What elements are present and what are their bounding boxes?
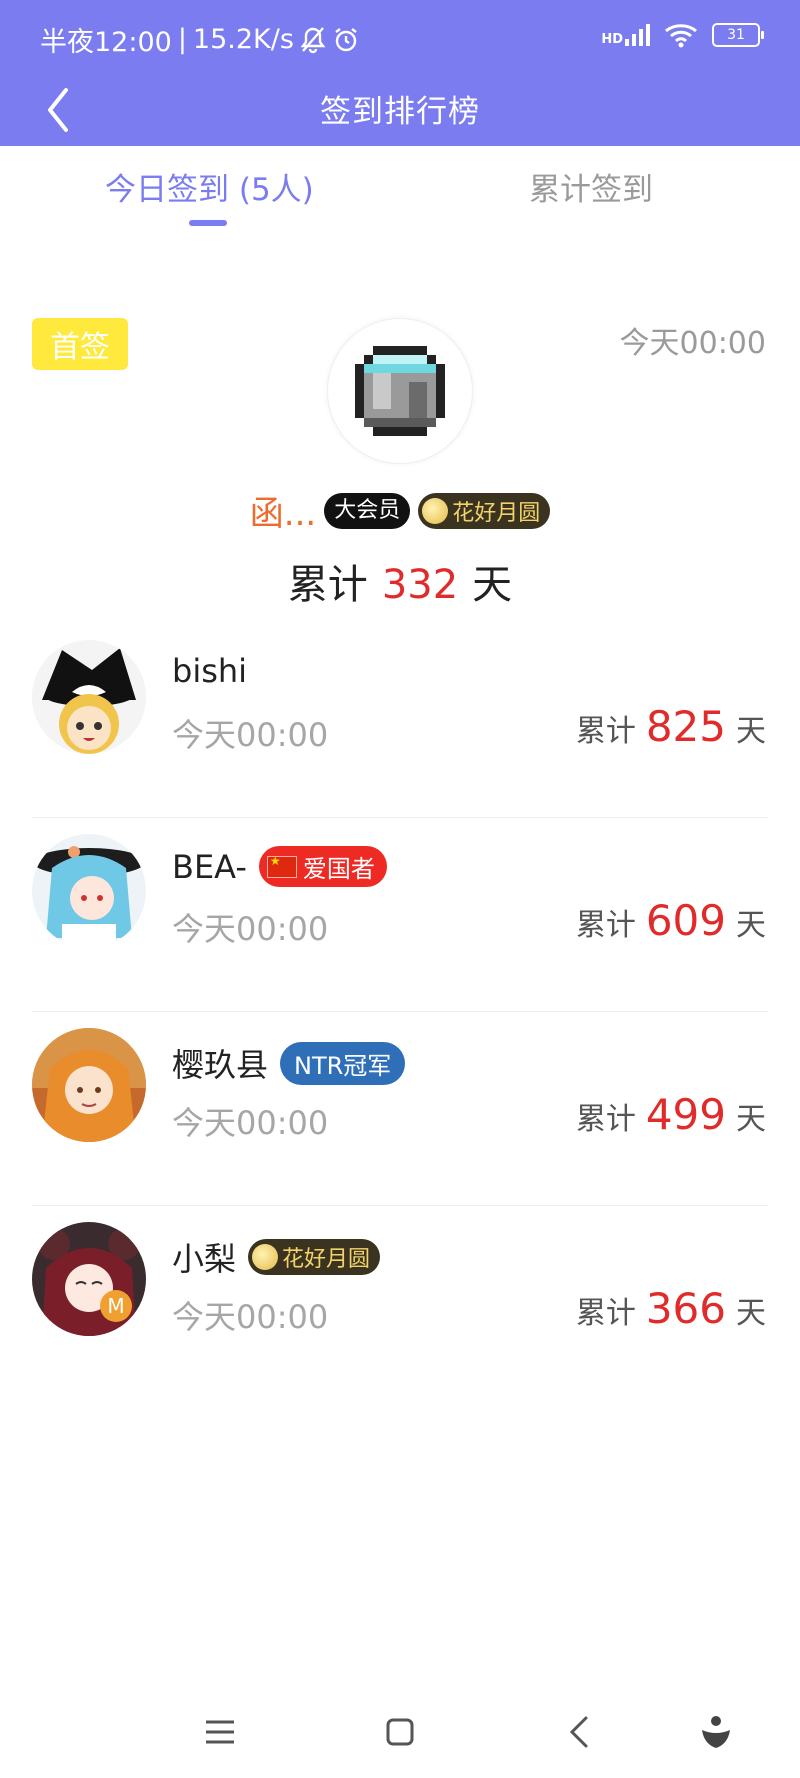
bucket-icon <box>355 346 445 436</box>
avatar-yukkuri-icon <box>32 640 146 754</box>
network-speed: 15.2K/s <box>192 24 294 55</box>
checkin-list: bishi 今天00:00 累计 825 天 BEA- 爱国者 <box>0 624 800 1400</box>
tab-bar: 今日签到 (5人) 累计签到 <box>0 146 800 230</box>
list-item[interactable]: M 小梨 花好月圆 今天00:00 累计 366 天 <box>0 1206 800 1400</box>
list-item[interactable]: bishi 今天00:00 累计 825 天 <box>0 624 800 818</box>
signal-bar <box>632 34 636 46</box>
total-days-line: 累计 499 天 <box>576 1090 766 1139</box>
assistant-button[interactable] <box>694 1710 738 1754</box>
battery-icon: 31 <box>712 23 764 47</box>
medal-badge: 花好月圆 <box>248 1239 381 1275</box>
china-flag-icon <box>266 854 297 878</box>
first-user-line: 函... 大会员 花好月圆 <box>0 486 800 535</box>
medal-badge: 花好月圆 <box>418 492 551 529</box>
total-prefix: 累计 <box>575 908 636 943</box>
signal-hd-label: HD <box>601 32 623 47</box>
user-name[interactable]: 小梨 <box>172 1234 236 1280</box>
assistant-icon <box>702 1716 730 1748</box>
tab-today[interactable]: 今日签到 (5人) <box>105 164 314 209</box>
total-days: 366 <box>645 1284 726 1333</box>
battery-level: 31 <box>727 27 745 43</box>
total-days: 825 <box>645 702 726 751</box>
checkin-time: 今天00:00 <box>172 910 329 948</box>
total-days: 332 <box>381 562 459 608</box>
medal-badge: 爱国者 <box>258 846 387 887</box>
avatar-orangehair-icon <box>32 1028 146 1142</box>
total-suffix: 天 <box>736 1102 766 1137</box>
vip-badge: 大会员 <box>324 492 411 529</box>
user-name-line: 小梨 花好月圆 <box>172 1234 381 1280</box>
total-suffix: 天 <box>736 714 766 749</box>
total-days-line: 累计 366 天 <box>576 1284 766 1333</box>
total-suffix: 天 <box>736 908 766 943</box>
list-item[interactable]: 樱玖县 NTR冠军 今天00:00 累计 499 天 <box>0 1012 800 1206</box>
user-name[interactable]: BEA- <box>172 848 247 886</box>
avatar[interactable]: M <box>32 1222 146 1336</box>
user-name-line: bishi <box>172 652 247 690</box>
home-square-icon <box>386 1718 414 1746</box>
signal-bar <box>625 39 629 46</box>
status-left: 半夜12:00 | 15.2K/s <box>40 20 360 59</box>
alarm-icon <box>335 27 357 51</box>
system-back-button[interactable] <box>558 1710 602 1754</box>
tab-cumulative[interactable]: 累计签到 <box>529 164 653 209</box>
nav-bar: 签到排行榜 <box>0 74 800 146</box>
app-header: 半夜12:00 | 15.2K/s HD 31 签到排行榜 <box>0 0 800 146</box>
status-bar: 半夜12:00 | 15.2K/s HD 31 <box>0 0 800 74</box>
menu-icon <box>206 1720 234 1744</box>
system-nav-bar <box>0 1696 800 1756</box>
signal-bar <box>639 29 643 46</box>
mute-bell-icon <box>300 26 326 53</box>
total-suffix: 天 <box>472 562 513 608</box>
total-prefix: 累计 <box>575 1102 636 1137</box>
moon-icon <box>422 497 449 524</box>
status-right: HD 31 <box>601 22 764 48</box>
home-button[interactable] <box>378 1710 422 1754</box>
first-checkin-time: 今天00:00 <box>619 326 766 361</box>
medal-label: 花好月圆 <box>452 500 541 526</box>
avatar[interactable] <box>327 318 473 464</box>
medal-badge: NTR冠军 <box>280 1041 406 1085</box>
menu-button[interactable] <box>198 1710 242 1754</box>
avatar-bluehair-icon <box>32 834 146 948</box>
checkin-time: 今天00:00 <box>172 1298 329 1336</box>
total-prefix: 累计 <box>575 1296 636 1331</box>
signal-bars <box>625 24 650 46</box>
back-chevron-icon <box>569 1716 588 1748</box>
total-prefix: 累计 <box>575 714 636 749</box>
total-days-line: 累计 609 天 <box>576 896 766 945</box>
wifi-icon <box>665 24 697 48</box>
status-time: 半夜12:00 <box>40 27 172 58</box>
status-divider: | <box>177 24 187 55</box>
moon-icon <box>252 1244 279 1270</box>
avatar[interactable] <box>32 834 146 948</box>
total-days: 499 <box>645 1090 726 1139</box>
list-item[interactable]: BEA- 爱国者 今天00:00 累计 609 天 <box>0 818 800 1012</box>
first-user-name[interactable]: 函... <box>250 486 316 535</box>
first-total: 累计 332 天 <box>0 552 800 610</box>
medal-label: 花好月圆 <box>282 1247 371 1272</box>
active-tab-indicator <box>189 220 227 226</box>
user-name[interactable]: 樱玖县 <box>172 1040 268 1086</box>
avatar[interactable] <box>32 640 146 754</box>
svg-text:M: M <box>107 1294 124 1318</box>
user-name-line: 樱玖县 NTR冠军 <box>172 1040 406 1086</box>
first-checkin-badge: 首签 <box>32 318 128 370</box>
user-name[interactable]: bishi <box>172 652 247 690</box>
checkin-time: 今天00:00 <box>172 1104 329 1142</box>
signal-bar <box>646 24 650 46</box>
total-days-line: 累计 825 天 <box>576 702 766 751</box>
avatar-redhair-icon: M <box>32 1222 146 1336</box>
checkin-time: 今天00:00 <box>172 716 329 754</box>
total-prefix: 累计 <box>287 562 368 608</box>
total-suffix: 天 <box>736 1296 766 1331</box>
total-days: 609 <box>645 896 726 945</box>
user-name-line: BEA- 爱国者 <box>172 846 387 887</box>
medal-label: 爱国者 <box>302 855 375 883</box>
avatar[interactable] <box>32 1028 146 1142</box>
signal-icon: HD <box>601 24 650 46</box>
page-title: 签到排行榜 <box>320 94 480 130</box>
